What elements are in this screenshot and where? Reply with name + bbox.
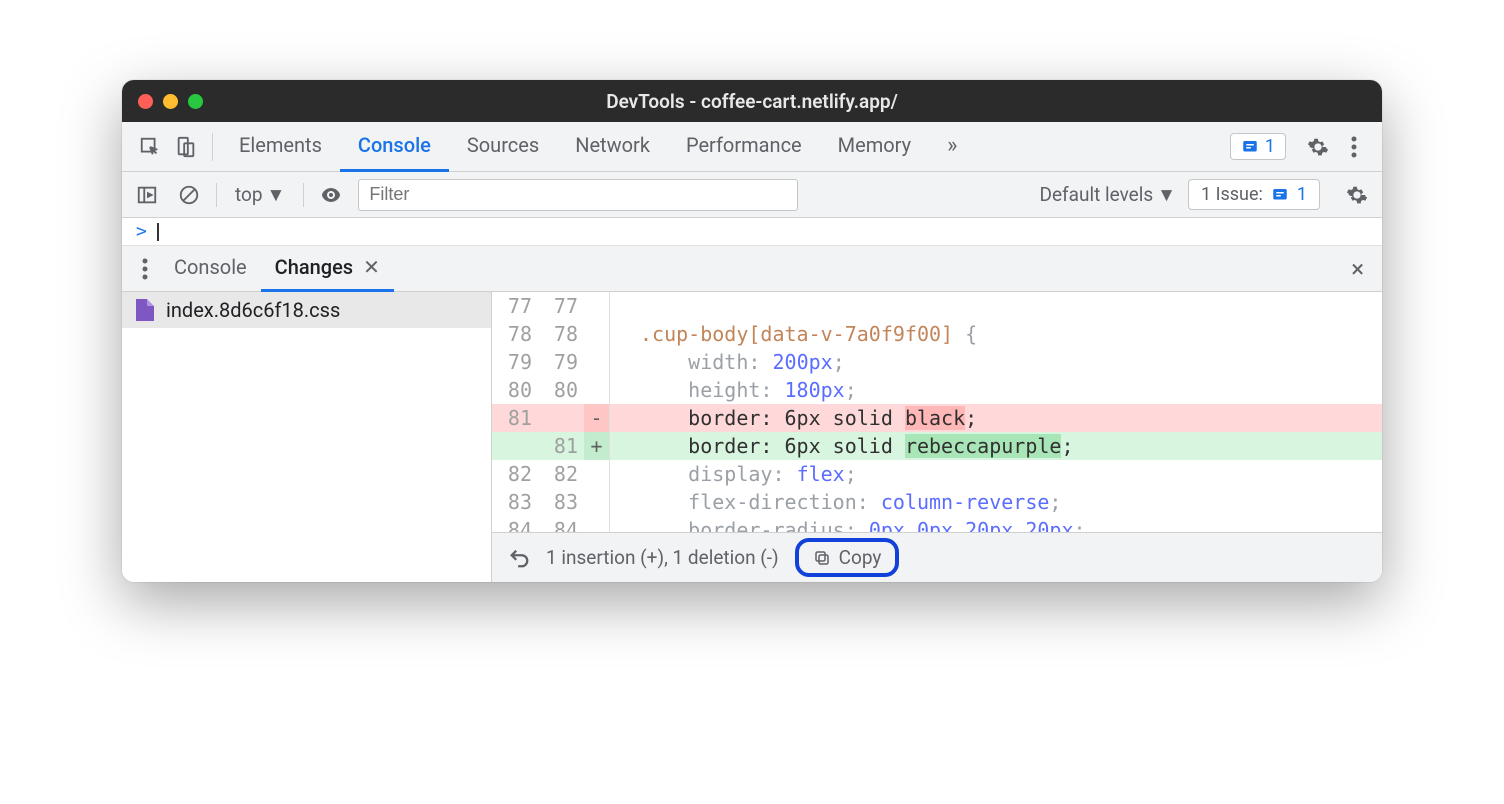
drawer-close-icon[interactable]: × (1341, 255, 1374, 283)
context-label: top (235, 183, 263, 206)
log-levels-selector[interactable]: Default levels ▼ (1040, 183, 1176, 207)
tab-network[interactable]: Network (557, 122, 668, 172)
revert-icon[interactable] (508, 547, 530, 569)
drawer-tab-changes-label: Changes (275, 255, 353, 279)
drawer-tab-console[interactable]: Console (160, 246, 261, 292)
tab-memory[interactable]: Memory (820, 122, 929, 172)
tab-sources[interactable]: Sources (449, 122, 557, 172)
changes-summary: 1 insertion (+), 1 deletion (-) (546, 546, 779, 569)
device-toolbar-icon[interactable] (168, 136, 204, 158)
clear-console-icon[interactable] (174, 184, 204, 206)
copy-label: Copy (839, 546, 882, 569)
toggle-sidebar-icon[interactable] (132, 184, 162, 206)
header-issue-count: 1 (1265, 136, 1275, 157)
issue-icon (1271, 186, 1289, 204)
drawer-tabs-bar: Console Changes ✕ × (122, 246, 1382, 292)
filter-input[interactable] (358, 179, 798, 211)
inspect-element-icon[interactable] (132, 136, 168, 158)
diff-row: 7878.cup-body[data-v-7a0f9f00] { (492, 320, 1382, 348)
diff-area: 77777878.cup-body[data-v-7a0f9f00] {7979… (492, 292, 1382, 582)
issues-label: 1 Issue: (1201, 184, 1263, 205)
copy-button[interactable]: Copy (795, 538, 900, 577)
issues-count: 1 (1297, 184, 1307, 205)
diff-row: 7979 width: 200px; (492, 348, 1382, 376)
changed-file-item[interactable]: index.8d6c6f18.css (122, 292, 491, 328)
diff-row: 8080 height: 180px; (492, 376, 1382, 404)
chevron-down-icon: ▼ (267, 183, 286, 207)
levels-label: Default levels (1040, 183, 1154, 206)
diff-row: 8484 border-radius: 0px 0px 20px 20px; (492, 516, 1382, 532)
console-prompt[interactable]: > (122, 218, 1382, 246)
panel-tabs: Elements Console Sources Network Perform… (221, 122, 929, 172)
console-toolbar: top ▼ Default levels ▼ 1 Issue: 1 (122, 172, 1382, 218)
diff-row: 8383 flex-direction: column-reverse; (492, 488, 1382, 516)
tabs-overflow-button[interactable]: » (929, 122, 975, 172)
console-settings-icon[interactable] (1342, 184, 1372, 206)
window-title: DevTools - coffee-cart.netlify.app/ (606, 90, 898, 113)
kebab-menu-icon[interactable] (1336, 136, 1372, 158)
changes-panel: index.8d6c6f18.css 77777878.cup-body[dat… (122, 292, 1382, 582)
chevron-down-icon: ▼ (1157, 183, 1176, 207)
stylesheet-file-icon (136, 299, 154, 321)
context-selector[interactable]: top ▼ (229, 183, 291, 207)
vertical-divider (216, 183, 217, 207)
text-cursor (157, 223, 159, 241)
changes-statusbar: 1 insertion (+), 1 deletion (-) Copy (492, 532, 1382, 582)
tab-elements[interactable]: Elements (221, 122, 340, 172)
close-window-button[interactable] (138, 94, 153, 109)
main-tabs-bar: Elements Console Sources Network Perform… (122, 122, 1382, 172)
changes-sidebar: index.8d6c6f18.css (122, 292, 492, 582)
close-tab-icon[interactable]: ✕ (363, 255, 380, 279)
traffic-lights (138, 94, 203, 109)
devtools-window: DevTools - coffee-cart.netlify.app/ Elem… (122, 80, 1382, 582)
diff-row: 8282 display: flex; (492, 460, 1382, 488)
file-name: index.8d6c6f18.css (166, 298, 340, 322)
issues-box[interactable]: 1 Issue: 1 (1188, 179, 1320, 210)
titlebar: DevTools - coffee-cart.netlify.app/ (122, 80, 1382, 122)
issues-pill[interactable]: 1 (1230, 133, 1286, 160)
issue-icon (1241, 138, 1259, 156)
vertical-divider (212, 133, 213, 161)
diff-row: 7777 (492, 292, 1382, 320)
drawer-tab-changes[interactable]: Changes ✕ (261, 246, 394, 292)
diff-viewer[interactable]: 77777878.cup-body[data-v-7a0f9f00] {7979… (492, 292, 1382, 532)
diff-row: 81+ border: 6px solid rebeccapurple; (492, 432, 1382, 460)
diff-row: 81- border: 6px solid black; (492, 404, 1382, 432)
copy-icon (813, 549, 831, 567)
zoom-window-button[interactable] (188, 94, 203, 109)
live-expression-icon[interactable] (316, 183, 346, 207)
tab-performance[interactable]: Performance (668, 122, 820, 172)
tab-console[interactable]: Console (340, 122, 449, 172)
vertical-divider (303, 183, 304, 207)
minimize-window-button[interactable] (163, 94, 178, 109)
settings-icon[interactable] (1300, 136, 1336, 158)
drawer-kebab-icon[interactable] (130, 258, 160, 280)
prompt-caret: > (136, 221, 147, 242)
